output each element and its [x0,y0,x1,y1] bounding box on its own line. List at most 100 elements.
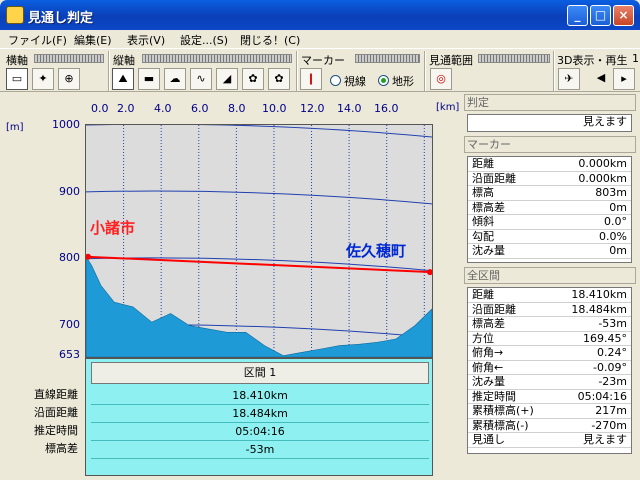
all-key: 俯角← [472,360,504,374]
all-key: 距離 [472,288,494,301]
section-label: 直線距離 [34,388,78,401]
compass-icon[interactable]: ✦ [32,68,54,90]
all-key: 推定時間 [472,389,516,403]
y-unit: [m] [6,122,24,133]
rewind-icon[interactable]: ◀ [590,68,612,90]
close-button[interactable]: × [613,5,634,26]
all-row: 累積標高(-) -270m [468,418,631,433]
marker-value: 0m [609,244,627,257]
all-title: 全区間 [464,267,636,284]
marker-value: 0.0° [604,215,627,228]
play-icon[interactable]: ▸ [613,68,635,90]
all-value: 見えます [583,433,627,446]
3d-icon[interactable]: ✈ [558,68,580,90]
all-row: 距離 18.410km [468,288,631,303]
yokojiku-slider[interactable] [34,54,104,63]
marker-value: 803m [595,186,627,199]
section-label: 推定時間 [34,424,78,437]
wave-icon[interactable]: ∿ [190,68,212,90]
judge-value: 見えます [583,115,627,128]
radio-terrain[interactable]: 地形 [378,73,414,89]
slope-icon[interactable]: ◢ [216,68,238,90]
marker-slider[interactable] [355,54,420,63]
all-row: 見通し 見えます [468,433,631,448]
y-tick: 700 [59,318,80,331]
start-city-label: 小諸市 [90,218,136,237]
judge-row: 見えます [468,115,631,130]
marker-key: 標高 [472,186,494,199]
x-tick: 6.0 [191,102,209,115]
x-tick: 8.0 [228,102,246,115]
gear-icon[interactable]: ✿ [242,68,264,90]
marker-row: 沿面距離 0.000km [468,172,631,186]
marker-key: 傾斜 [472,215,494,228]
y-tick: 800 [59,251,80,264]
menu-settings[interactable]: 設定...(S) [180,32,228,48]
x-tick: 14.0 [337,102,362,115]
x-unit: [km] [436,102,460,113]
tatejiku-slider[interactable] [142,54,292,63]
marker-row: 標高差 0m [468,200,631,215]
cloud-icon[interactable]: ☁ [164,68,186,90]
zoom-icon[interactable]: ⊕ [58,68,80,90]
marker-row: 傾斜 0.0° [468,215,631,230]
all-key: 標高差 [472,317,505,330]
all-key: 俯角→ [472,346,504,359]
y-tick: 900 [59,185,80,198]
x-tick: 2.0 [117,102,135,115]
gear-settings-icon[interactable]: ✿ [268,68,290,90]
all-row: 累積標高(+) 217m [468,404,631,419]
marker-value: 0.000km [578,157,627,170]
radio-sightline-label: 視線 [344,75,366,88]
menu-file[interactable]: ファイル(F) [8,32,67,48]
marker-pin-icon[interactable]: ❙ [300,68,322,90]
all-row: 沈み量 -23m [468,375,631,390]
radio-terrain-label: 地形 [392,75,414,88]
radio-terrain-circle [378,75,389,86]
tatejiku-label: 縦軸 [113,54,135,67]
yokojiku-label: 横軸 [6,54,28,67]
profile-plot[interactable]: 小諸市 佐久穂町 [85,123,433,358]
all-row: 方位 169.45° [468,331,631,346]
radio-sightline-circle [330,75,341,86]
display3d-extra: 1 [632,52,639,65]
all-row: 俯角← -0.09° [468,360,631,375]
menu-edit[interactable]: 編集(E) [74,32,112,48]
maximize-button[interactable]: □ [590,5,611,26]
range-slider[interactable] [478,54,550,63]
all-key: 方位 [472,331,494,345]
all-key: 沿面距離 [472,302,516,316]
toolbar-separator [108,51,110,91]
x-tick: 4.0 [154,102,172,115]
all-row: 沿面距離 18.484km [468,302,631,317]
all-value: -0.09° [593,360,627,374]
title-bar: 見通し判定 _ □ × [0,0,640,30]
horizontal-scale-icon[interactable]: ▭ [6,68,28,90]
all-value: 05:04:16 [577,389,627,403]
range-icon[interactable]: ◎ [430,68,452,90]
marker-key: 勾配 [472,229,494,243]
section-table: 区間 1 18.410km 18.484km 05:04:16 -53m [85,358,433,476]
mountain-icon[interactable]: ⛰ [112,68,134,90]
all-key: 累積標高(+) [472,404,534,417]
all-key: 沈み量 [472,375,505,388]
menu-bar: ファイル(F) 編集(E) 表示(V) 設定...(S) 閉じる！(C) [0,30,640,48]
flat-scale-icon[interactable]: ▬ [138,68,160,90]
marker-value: 0m [609,200,627,214]
marker-key: 沈み量 [472,244,505,257]
marker-title: マーカー [464,136,636,153]
all-value: 18.410km [571,288,627,301]
minimize-button[interactable]: _ [567,5,588,26]
radio-sightline[interactable]: 視線 [330,73,366,89]
x-tick: 12.0 [300,102,325,115]
menu-view[interactable]: 表示(V) [127,32,165,48]
marker-row: 距離 0.000km [468,157,631,172]
section-label: 標高差 [45,442,78,455]
menu-close[interactable]: 閉じる！(C) [240,32,300,48]
all-row: 推定時間 05:04:16 [468,389,631,404]
x-tick: 0.0 [91,102,109,115]
all-value: -23m [598,375,627,388]
all-value: -270m [591,418,627,432]
all-key: 見通し [472,433,505,446]
section-value: 18.484km [91,405,429,423]
